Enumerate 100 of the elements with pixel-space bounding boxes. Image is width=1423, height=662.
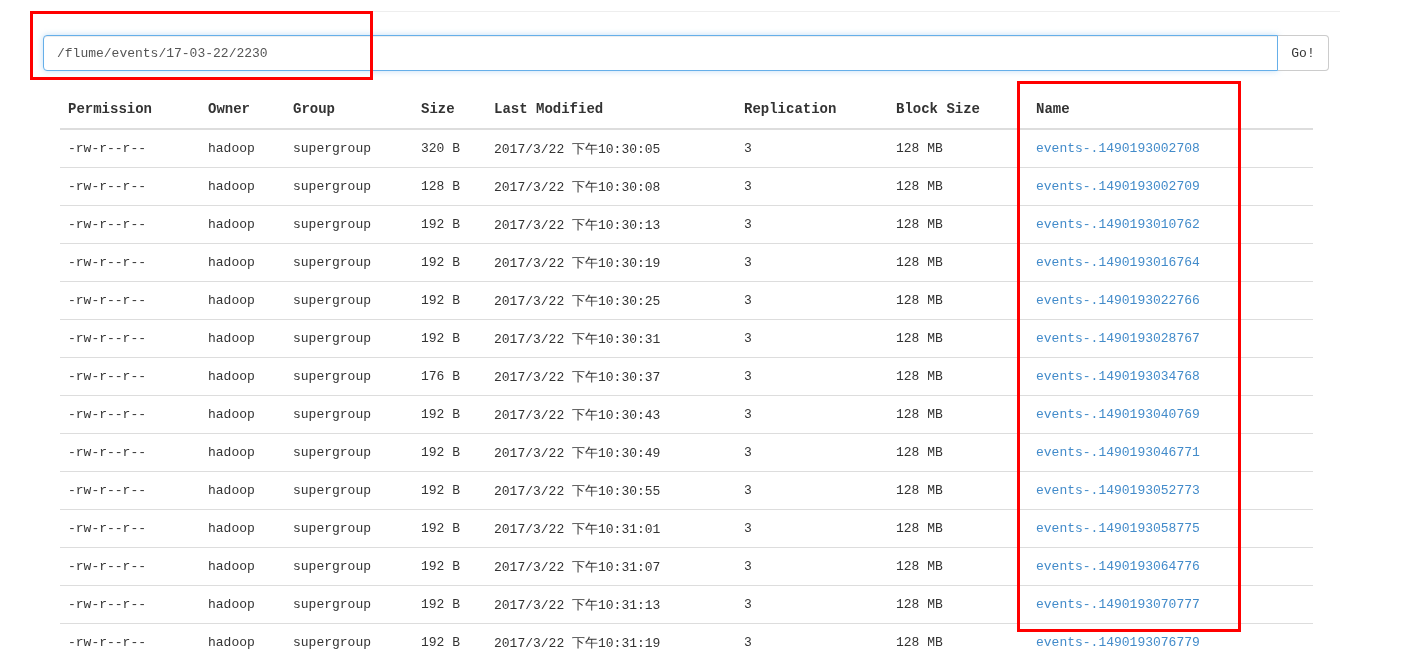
column-header: Owner <box>200 90 285 129</box>
column-header: Block Size <box>888 90 1028 129</box>
table-cell: hadoop <box>200 205 285 244</box>
file-link[interactable]: events-.1490193022766 <box>1036 293 1200 308</box>
table-cell: 3 <box>736 509 888 548</box>
table-cell: -rw-r--r-- <box>60 471 200 510</box>
table-cell: 128 MB <box>888 433 1028 472</box>
table-cell: 128 MB <box>888 471 1028 510</box>
table-cell: -rw-r--r-- <box>60 395 200 434</box>
column-header: Group <box>285 90 413 129</box>
table-cell: 192 B <box>413 623 486 661</box>
table-cell: hadoop <box>200 585 285 624</box>
table-cell: 192 B <box>413 433 486 472</box>
table-cell: 2017/3/22 下午10:30:55 <box>486 471 736 510</box>
file-link[interactable]: events-.1490193028767 <box>1036 331 1200 346</box>
table-cell: hadoop <box>200 319 285 358</box>
table-cell: -rw-r--r-- <box>60 357 200 396</box>
table-cell: -rw-r--r-- <box>60 319 200 358</box>
table-cell: 192 B <box>413 319 486 358</box>
table-cell: 3 <box>736 129 888 168</box>
table-cell: supergroup <box>285 509 413 548</box>
file-link[interactable]: events-.1490193002708 <box>1036 141 1200 156</box>
table-cell: -rw-r--r-- <box>60 547 200 586</box>
table-cell: supergroup <box>285 471 413 510</box>
table-cell: hadoop <box>200 243 285 282</box>
table-cell: 2017/3/22 下午10:30:49 <box>486 433 736 472</box>
table-cell: 128 MB <box>888 205 1028 244</box>
table-cell: 192 B <box>413 243 486 282</box>
table-cell: 128 MB <box>888 243 1028 282</box>
file-link[interactable]: events-.1490193076779 <box>1036 635 1200 650</box>
table-cell: 3 <box>736 585 888 624</box>
file-link[interactable]: events-.1490193040769 <box>1036 407 1200 422</box>
table-cell: -rw-r--r-- <box>60 129 200 168</box>
table-cell: 2017/3/22 下午10:31:13 <box>486 585 736 624</box>
table-cell: supergroup <box>285 623 413 661</box>
table-cell: hadoop <box>200 281 285 320</box>
table-cell: 192 B <box>413 547 486 586</box>
table-cell: hadoop <box>200 395 285 434</box>
file-link[interactable]: events-.1490193064776 <box>1036 559 1200 574</box>
column-header: Last Modified <box>486 90 736 129</box>
table-cell: 3 <box>736 243 888 282</box>
table-cell: -rw-r--r-- <box>60 205 200 244</box>
table-cell: 128 MB <box>888 129 1028 168</box>
table-cell: 2017/3/22 下午10:30:08 <box>486 167 736 206</box>
table-cell: 3 <box>736 623 888 661</box>
table-cell: 2017/3/22 下午10:30:37 <box>486 357 736 396</box>
file-link[interactable]: events-.1490193002709 <box>1036 179 1200 194</box>
table-cell: 128 MB <box>888 547 1028 586</box>
table-cell: 3 <box>736 433 888 472</box>
table-cell: 2017/3/22 下午10:30:43 <box>486 395 736 434</box>
column-header: Name <box>1028 90 1313 129</box>
column-header: Permission <box>60 90 200 129</box>
table-cell: hadoop <box>200 471 285 510</box>
table-cell: 2017/3/22 下午10:30:13 <box>486 205 736 244</box>
table-cell: 2017/3/22 下午10:31:07 <box>486 547 736 586</box>
table-cell: 128 MB <box>888 623 1028 661</box>
table-cell: hadoop <box>200 357 285 396</box>
table-cell: hadoop <box>200 623 285 661</box>
table-cell: -rw-r--r-- <box>60 585 200 624</box>
table-cell: -rw-r--r-- <box>60 281 200 320</box>
table-cell: 2017/3/22 下午10:31:19 <box>486 623 736 661</box>
table-cell: 3 <box>736 471 888 510</box>
file-link[interactable]: events-.1490193046771 <box>1036 445 1200 460</box>
table-cell: 3 <box>736 319 888 358</box>
table-cell: 128 MB <box>888 281 1028 320</box>
table-cell: -rw-r--r-- <box>60 509 200 548</box>
table-cell: 176 B <box>413 357 486 396</box>
go-button[interactable]: Go! <box>1278 35 1329 71</box>
table-cell: -rw-r--r-- <box>60 167 200 206</box>
table-cell: supergroup <box>285 585 413 624</box>
table-cell: 2017/3/22 下午10:30:05 <box>486 129 736 168</box>
table-cell: 3 <box>736 281 888 320</box>
file-link[interactable]: events-.1490193052773 <box>1036 483 1200 498</box>
table-cell: supergroup <box>285 205 413 244</box>
table-cell: -rw-r--r-- <box>60 243 200 282</box>
table-cell: 2017/3/22 下午10:30:25 <box>486 281 736 320</box>
table-cell: supergroup <box>285 243 413 282</box>
table-cell: 128 B <box>413 167 486 206</box>
table-cell: 192 B <box>413 281 486 320</box>
table-cell: 192 B <box>413 471 486 510</box>
table-cell: -rw-r--r-- <box>60 623 200 661</box>
file-link[interactable]: events-.1490193016764 <box>1036 255 1200 270</box>
file-link[interactable]: events-.1490193058775 <box>1036 521 1200 536</box>
file-link[interactable]: events-.1490193010762 <box>1036 217 1200 232</box>
file-link[interactable]: events-.1490193070777 <box>1036 597 1200 612</box>
file-link[interactable]: events-.1490193034768 <box>1036 369 1200 384</box>
table-cell: 3 <box>736 547 888 586</box>
table-cell: 3 <box>736 167 888 206</box>
table-cell: 2017/3/22 下午10:30:19 <box>486 243 736 282</box>
table-cell: supergroup <box>285 167 413 206</box>
table-cell: 128 MB <box>888 395 1028 434</box>
path-input-field[interactable]: /flume/events/17-03-22/2230 <box>43 35 1278 71</box>
table-cell: 3 <box>736 205 888 244</box>
table-cell: hadoop <box>200 509 285 548</box>
table-cell: 128 MB <box>888 319 1028 358</box>
column-header: Replication <box>736 90 888 129</box>
table-cell: 192 B <box>413 395 486 434</box>
table-cell: 2017/3/22 下午10:30:31 <box>486 319 736 358</box>
table-cell: supergroup <box>285 129 413 168</box>
table-cell: supergroup <box>285 547 413 586</box>
